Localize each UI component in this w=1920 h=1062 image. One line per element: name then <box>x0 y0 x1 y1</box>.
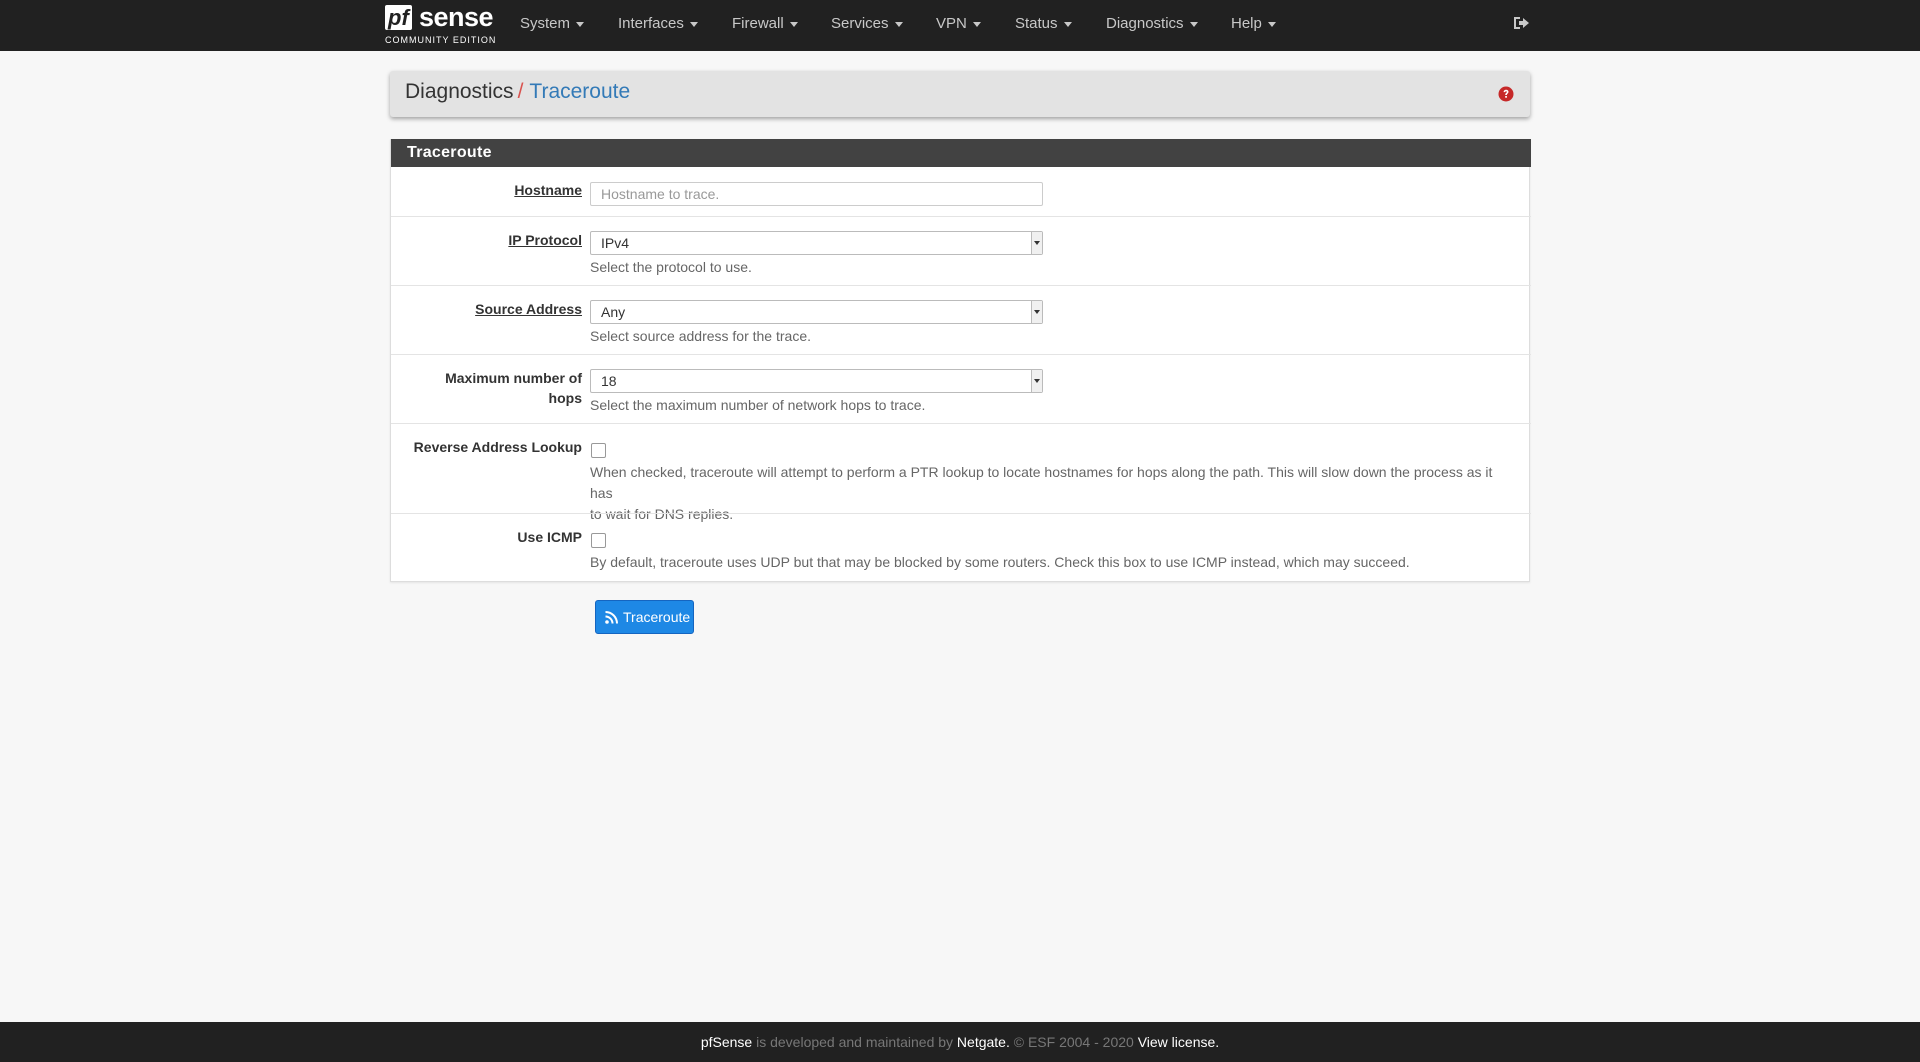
nav-vpn[interactable]: VPN <box>936 0 981 51</box>
hostname-input[interactable] <box>590 182 1043 206</box>
dropdown-arrow-icon <box>1031 370 1042 392</box>
use-icmp-checkbox[interactable] <box>591 533 606 548</box>
nav-firewall[interactable]: Firewall <box>732 0 798 51</box>
breadcrumb-separator: / <box>517 80 524 103</box>
footer-netgate-link[interactable]: Netgate. <box>957 1034 1010 1050</box>
top-navbar: pf sense COMMUNITY EDITION System Interf… <box>0 0 1920 51</box>
nav-help[interactable]: Help <box>1231 0 1276 51</box>
logo-sense: sense <box>419 2 494 32</box>
breadcrumb: Diagnostics / Traceroute <box>390 71 1530 117</box>
hostname-label[interactable]: Hostname <box>514 180 582 200</box>
use-icmp-label: Use ICMP <box>517 529 582 545</box>
caret-down-icon <box>1189 21 1198 27</box>
panel-title: Traceroute <box>391 139 1531 167</box>
hostname-row: Hostname <box>391 167 1531 216</box>
reverse-lookup-checkbox[interactable] <box>591 443 606 458</box>
footer-text: is developed and maintained by <box>752 1034 957 1050</box>
rss-icon <box>605 611 618 624</box>
max-hops-label: Maximum number of hops <box>445 370 582 406</box>
caret-down-icon <box>576 21 585 27</box>
logo-edition: COMMUNITY EDITION <box>385 35 497 45</box>
nav-status[interactable]: Status <box>1015 0 1072 51</box>
footer: pfSense is developed and maintained by N… <box>0 1022 1920 1062</box>
ip-protocol-row: IP Protocol IPv4 Select the protocol to … <box>391 216 1531 285</box>
question-circle-icon[interactable] <box>1498 86 1514 102</box>
max-hops-help: Select the maximum number of network hop… <box>590 397 926 413</box>
source-address-label[interactable]: Source Address <box>475 299 582 319</box>
caret-down-icon <box>972 21 981 27</box>
source-address-row: Source Address Any Select source address… <box>391 285 1531 354</box>
breadcrumb-current[interactable]: Traceroute <box>529 80 630 103</box>
source-address-help: Select source address for the trace. <box>590 328 811 344</box>
dropdown-arrow-icon <box>1031 232 1042 254</box>
breadcrumb-root[interactable]: Diagnostics <box>405 80 514 103</box>
dropdown-arrow-icon <box>1031 301 1042 323</box>
ip-protocol-select[interactable]: IPv4 <box>590 231 1043 255</box>
traceroute-button-label: Traceroute <box>623 609 691 625</box>
traceroute-button[interactable]: Traceroute <box>595 600 694 634</box>
traceroute-panel: Traceroute Hostname IP Protocol IPv4 Sel… <box>390 139 1531 582</box>
sign-out-icon[interactable] <box>1512 15 1530 31</box>
caret-down-icon <box>789 21 798 27</box>
use-icmp-help: By default, traceroute uses UDP but that… <box>590 554 1410 570</box>
source-address-select[interactable]: Any <box>590 300 1043 324</box>
nav-services[interactable]: Services <box>831 0 903 51</box>
nav-system[interactable]: System <box>520 0 585 51</box>
ip-protocol-label[interactable]: IP Protocol <box>508 230 582 250</box>
logo-pf: pf <box>385 5 412 30</box>
caret-down-icon <box>689 21 698 27</box>
caret-down-icon <box>1063 21 1072 27</box>
footer-license-link[interactable]: View license. <box>1138 1034 1219 1050</box>
use-icmp-row: Use ICMP By default, traceroute uses UDP… <box>391 513 1531 582</box>
caret-down-icon <box>894 21 903 27</box>
max-hops-row: Maximum number of hops 18 Select the max… <box>391 354 1531 423</box>
footer-copyright: © ESF 2004 - 2020 <box>1009 1034 1138 1050</box>
footer-product: pfSense <box>700 1034 753 1050</box>
reverse-lookup-row: Reverse Address Lookup When checked, tra… <box>391 423 1531 522</box>
pfsense-logo[interactable]: pf sense COMMUNITY EDITION <box>385 4 495 48</box>
max-hops-select[interactable]: 18 <box>590 369 1043 393</box>
ip-protocol-help: Select the protocol to use. <box>590 259 752 275</box>
nav-diagnostics[interactable]: Diagnostics <box>1106 0 1198 51</box>
nav-interfaces[interactable]: Interfaces <box>618 0 698 51</box>
reverse-lookup-label: Reverse Address Lookup <box>413 439 582 455</box>
caret-down-icon <box>1267 21 1276 27</box>
